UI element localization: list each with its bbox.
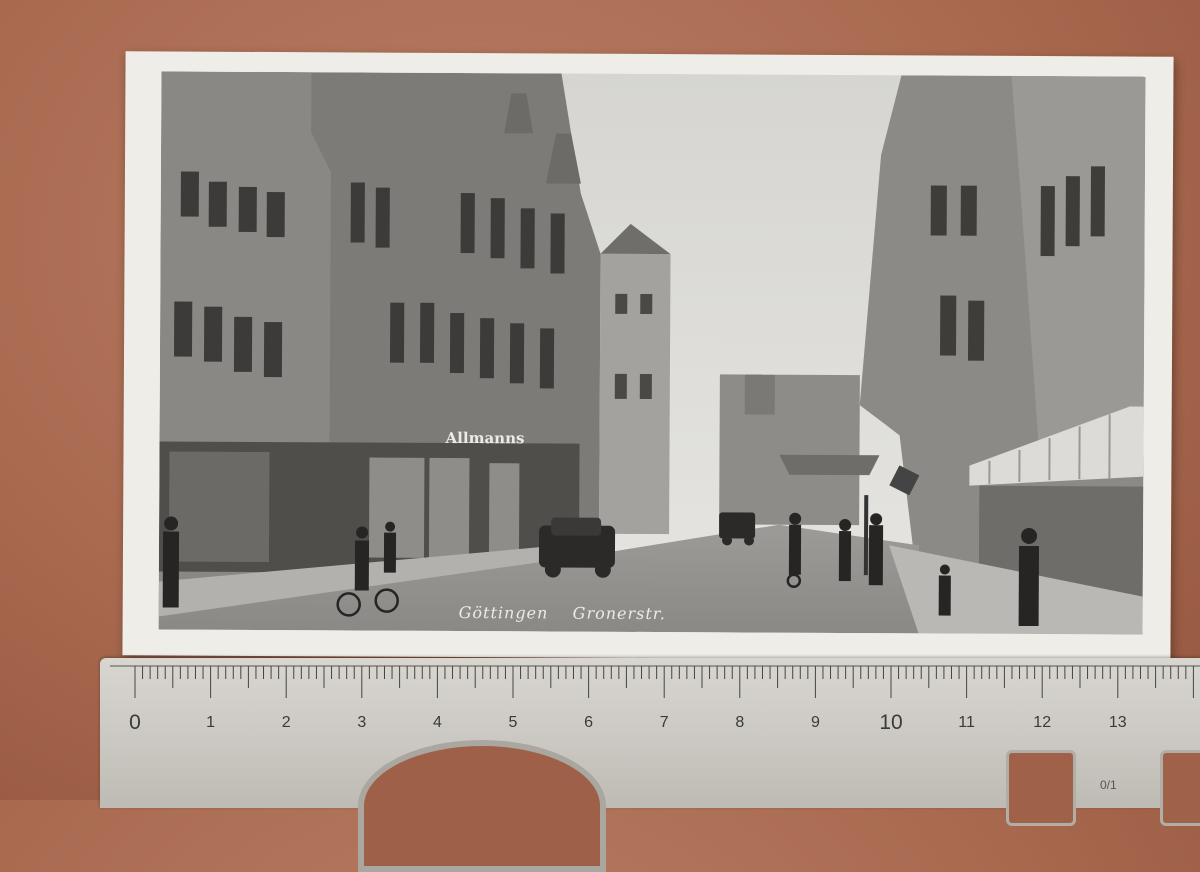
ruler-number-5: 5 [509,714,518,732]
ruler-slot [1006,750,1076,826]
ruler-number-4: 4 [433,714,442,732]
ruler: 0/1 012345678910111213 [100,658,1200,808]
ruler-number-0: 0 [129,711,141,735]
ruler-number-1: 1 [206,714,215,732]
ruler-number-6: 6 [584,714,593,732]
postcard: Allmanns Göttingen Gronerstr. [122,51,1173,660]
ruler-number-11: 11 [958,714,975,732]
ruler-cutout [358,740,606,872]
ruler-number-10: 10 [879,711,902,735]
ruler-mini-mark: 0/1 [1100,778,1117,792]
ruler-slot [1160,750,1200,826]
ruler-number-2: 2 [282,714,291,732]
postcard-caption: Göttingen Gronerstr. [459,603,666,623]
ruler-number-8: 8 [735,714,744,732]
ruler-number-3: 3 [357,714,366,732]
ruler-number-9: 9 [811,714,820,732]
street-photo: Allmanns Göttingen Gronerstr. [159,71,1146,634]
ruler-number-13: 13 [1109,714,1127,732]
street-scene-illustration [159,71,1146,634]
ruler-number-7: 7 [660,714,669,732]
shop-sign-text: Allmanns [446,429,525,447]
ruler-number-12: 12 [1033,714,1051,732]
